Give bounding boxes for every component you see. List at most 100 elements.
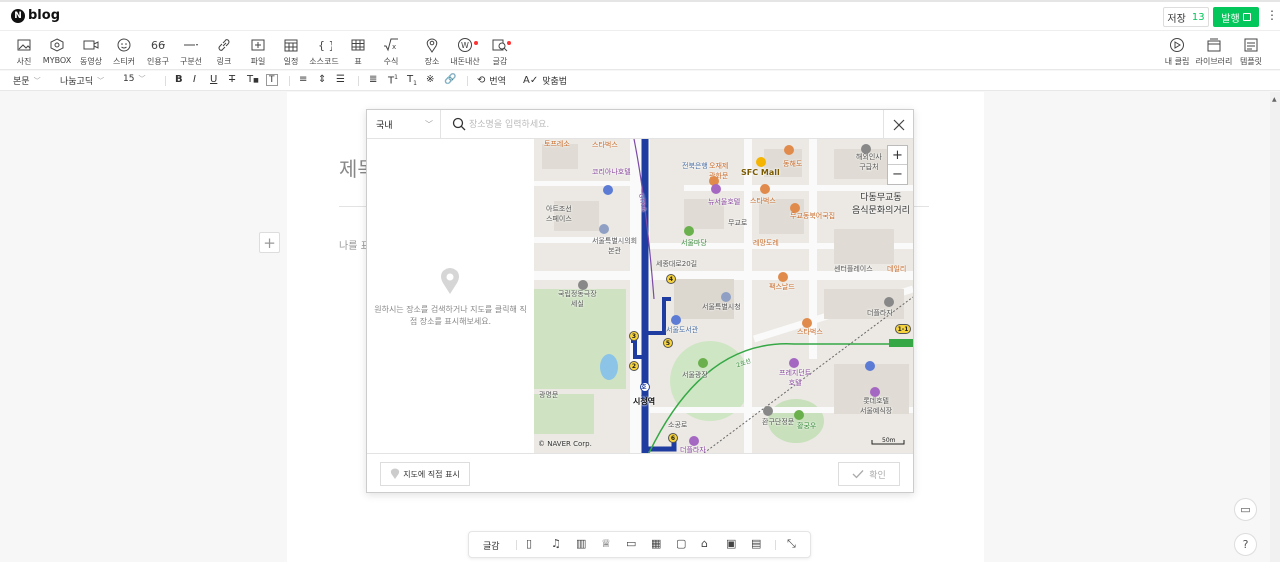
more-menu-icon[interactable]: ⋮ xyxy=(1266,8,1278,22)
collapse-icon[interactable]: ⤡ xyxy=(787,537,796,551)
map-pin-icon xyxy=(391,468,400,479)
restaurant-icon xyxy=(790,203,800,213)
chevron-down-icon: ﹀ xyxy=(97,76,105,85)
blog-logo[interactable]: N blog xyxy=(11,8,60,23)
shopping-icon[interactable]: ⌂ xyxy=(701,537,708,550)
paragraph-icon[interactable]: ≣ xyxy=(369,74,377,85)
link-icon[interactable]: 🔗 xyxy=(444,74,456,85)
exit-3: 3 xyxy=(629,331,639,341)
paragraph-style-value: 본문 xyxy=(13,77,30,87)
map-label: 스타벅스 xyxy=(797,328,823,336)
toolbar-label: 템플릿 xyxy=(1239,57,1263,66)
photo-icon xyxy=(17,39,31,51)
separator xyxy=(165,76,166,86)
toolbar-my-clip[interactable]: 내 클립 xyxy=(1157,37,1197,67)
news-icon[interactable]: ▤ xyxy=(751,537,761,550)
save-count[interactable]: 13 xyxy=(1192,12,1205,23)
clip-icon xyxy=(1170,38,1184,52)
toolbar-label: 글감 xyxy=(492,57,508,66)
trophy-icon[interactable]: ♕ xyxy=(601,537,611,550)
subscript-icon[interactable]: T1 xyxy=(407,74,417,87)
building-icon xyxy=(884,297,894,307)
map-view[interactable]: 토프레소 스타벅스 코리아나호텔 아트조선 스페이스 전북은행 오재제 광화문 … xyxy=(534,139,913,453)
map-label: 동해도 xyxy=(783,160,803,168)
align-left-icon[interactable]: ≡ xyxy=(299,74,307,85)
add-component-button[interactable]: + xyxy=(259,232,280,253)
music-icon[interactable]: ♫ xyxy=(551,537,561,550)
font-select[interactable]: 나눔고딕 ﹀ xyxy=(60,74,105,88)
map-label: 스타벅스 xyxy=(592,141,618,149)
zoom-in-button[interactable]: + xyxy=(888,146,907,165)
ticket-icon[interactable]: ▭ xyxy=(626,537,636,550)
toolbar-won[interactable]: W 내돈내산 xyxy=(445,37,485,67)
scroll-up-icon[interactable]: ▲ xyxy=(1272,96,1277,103)
bold-icon[interactable]: B xyxy=(175,74,183,85)
map-label: 서울도서관 xyxy=(666,326,699,334)
publish-icon xyxy=(1242,13,1251,21)
chart-icon[interactable]: ▥ xyxy=(576,537,586,550)
check-icon xyxy=(852,470,864,479)
map-copyright: © NAVER Corp. xyxy=(538,440,592,448)
map-label: 서울특별시의회 본관 xyxy=(592,237,638,255)
confirm-button[interactable]: 확인 xyxy=(838,462,900,486)
special-char-icon[interactable]: ※ xyxy=(426,74,434,85)
page-scrollbar[interactable] xyxy=(1270,92,1280,562)
mybox-icon xyxy=(50,38,64,52)
svg-text:{ }: { } xyxy=(318,39,332,52)
help-button[interactable]: ? xyxy=(1234,533,1257,556)
map-label: 서울마당 xyxy=(681,239,707,247)
toolbar-label: 파일 xyxy=(250,57,266,66)
place-search-modal: 국내 ﹀ 원하시는 장소를 검색하거나 지도를 클릭해 직접 장소를 표시해보세… xyxy=(366,109,914,493)
won-icon: W xyxy=(458,38,472,52)
spellcheck-icon: A✓ xyxy=(523,75,539,86)
park-icon xyxy=(698,358,708,368)
list-icon[interactable]: ☰ xyxy=(336,74,345,85)
italic-icon[interactable]: I xyxy=(193,74,196,85)
image-icon[interactable]: ▣ xyxy=(726,537,736,550)
translate-button[interactable]: ⟲ 번역 xyxy=(477,74,506,87)
superscript-icon[interactable]: T1 xyxy=(388,74,398,86)
material-label[interactable]: 글감 xyxy=(483,539,500,552)
publish-label: 발행 xyxy=(1221,13,1240,25)
toolbar-label: 사진 xyxy=(16,57,32,66)
building-icon xyxy=(861,144,871,154)
mark-on-map-button[interactable]: 지도에 직접 표시 xyxy=(380,462,470,486)
mobile-preview-button[interactable]: ▭ xyxy=(1234,498,1257,521)
zoom-out-button[interactable]: − xyxy=(888,165,907,184)
park-icon xyxy=(794,410,804,420)
background-color-icon[interactable]: T xyxy=(266,74,278,86)
map-label: 세종대로20길 xyxy=(656,260,698,268)
close-button[interactable] xyxy=(883,110,913,139)
format-toolbar: 본문 ﹀ 나눔고딕 ﹀ 15 ﹀ B I U T T■ T ≡ ⇕ ☰ ≣ T1 T1… xyxy=(0,71,1280,91)
chevron-down-icon: ﹀ xyxy=(138,75,146,83)
search-icon xyxy=(452,117,466,131)
toolbar-label: 구분선 xyxy=(179,57,203,66)
place-search-input[interactable] xyxy=(469,116,869,133)
toolbar-label: 내돈내산 xyxy=(450,57,480,66)
book-icon[interactable]: ▯ xyxy=(526,537,532,550)
toolbar-material[interactable]: 글감 xyxy=(480,37,520,67)
toolbar-label: MYBOX xyxy=(42,56,72,65)
map-label: 황궁우 xyxy=(797,422,817,430)
publish-button[interactable]: 발행 xyxy=(1213,7,1259,27)
calendar-icon xyxy=(284,39,298,52)
save-button[interactable]: 저장 13 xyxy=(1163,7,1209,27)
movie-icon[interactable]: ▦ xyxy=(651,537,661,550)
font-size-select[interactable]: 15 ﹀ xyxy=(123,74,145,84)
paragraph-style-select[interactable]: 본문 ﹀ xyxy=(13,74,41,88)
font-value: 나눔고딕 xyxy=(60,77,94,87)
underline-icon[interactable]: U xyxy=(210,74,217,85)
strikethrough-icon[interactable]: T xyxy=(229,74,235,85)
spellcheck-button[interactable]: A✓ 맞춤법 xyxy=(523,74,567,87)
theater-icon xyxy=(578,280,588,290)
toolbar-label: 표 xyxy=(354,57,362,66)
region-select[interactable]: 국내 ﹀ xyxy=(367,110,441,139)
font-color-icon[interactable]: T■ xyxy=(247,74,259,85)
toolbar-formula[interactable]: x 수식 xyxy=(371,37,411,67)
line-height-icon[interactable]: ⇕ xyxy=(318,74,326,85)
toolbar-label: 일정 xyxy=(283,57,299,66)
toolbar-library[interactable]: 라이브러리 xyxy=(1194,37,1234,67)
quote-icon: 66 xyxy=(151,39,165,52)
toolbar-template[interactable]: 템플릿 xyxy=(1231,37,1271,67)
tv-icon[interactable]: ▢ xyxy=(676,537,686,550)
